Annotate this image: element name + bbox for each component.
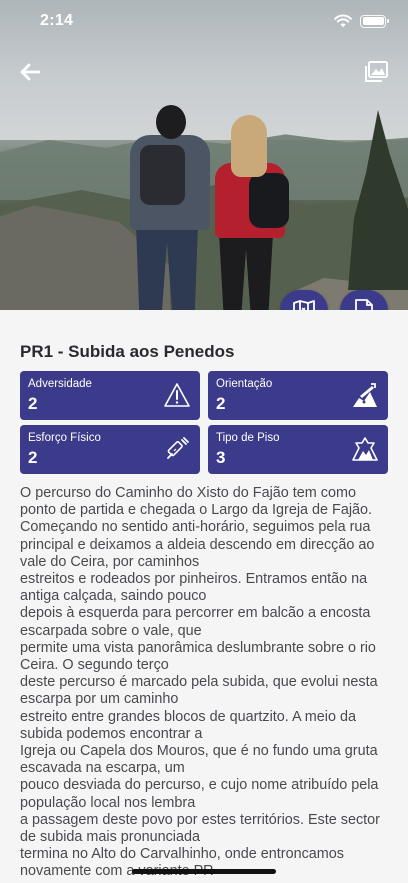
stat-value: 2 <box>28 394 38 413</box>
trail-detail-screen: 2:14 PR1 - Subida aos Penedos Adversidad… <box>0 0 408 883</box>
stat-esforco-fisico: Esforço Físico 2 <box>20 425 200 474</box>
battery-icon <box>360 14 389 28</box>
trail-content: PR1 - Subida aos Penedos Adversidade 2 O… <box>0 310 408 883</box>
gallery-button[interactable] <box>360 58 392 86</box>
stat-value: 3 <box>216 448 226 467</box>
photo-gallery-icon <box>365 61 388 82</box>
status-bar: 2:14 <box>0 0 408 44</box>
hero-photo <box>0 0 408 310</box>
stat-adversidade: Adversidade 2 <box>20 371 200 420</box>
arrow-left-icon <box>20 63 40 81</box>
stat-tipo-de-piso: Tipo de Piso 3 <box>208 425 388 474</box>
home-indicator[interactable] <box>132 869 276 874</box>
trail-title: PR1 - Subida aos Penedos <box>20 342 235 361</box>
back-button[interactable] <box>16 58 44 86</box>
stat-value: 2 <box>216 394 226 413</box>
warning-triangle-icon <box>164 383 190 407</box>
terrain-ground-icon <box>352 437 378 461</box>
stat-value: 2 <box>28 448 38 467</box>
trail-stats-grid: Adversidade 2 Orientação 2 Esforço Físic… <box>20 371 388 474</box>
trail-description: O percurso do Caminho do Xisto do Fajão … <box>20 485 380 880</box>
stat-orientacao: Orientação 2 <box>208 371 388 420</box>
syringe-effort-icon <box>167 437 189 459</box>
status-time: 2:14 <box>40 12 74 29</box>
wifi-icon <box>334 14 352 28</box>
signpost-icon <box>353 383 377 407</box>
